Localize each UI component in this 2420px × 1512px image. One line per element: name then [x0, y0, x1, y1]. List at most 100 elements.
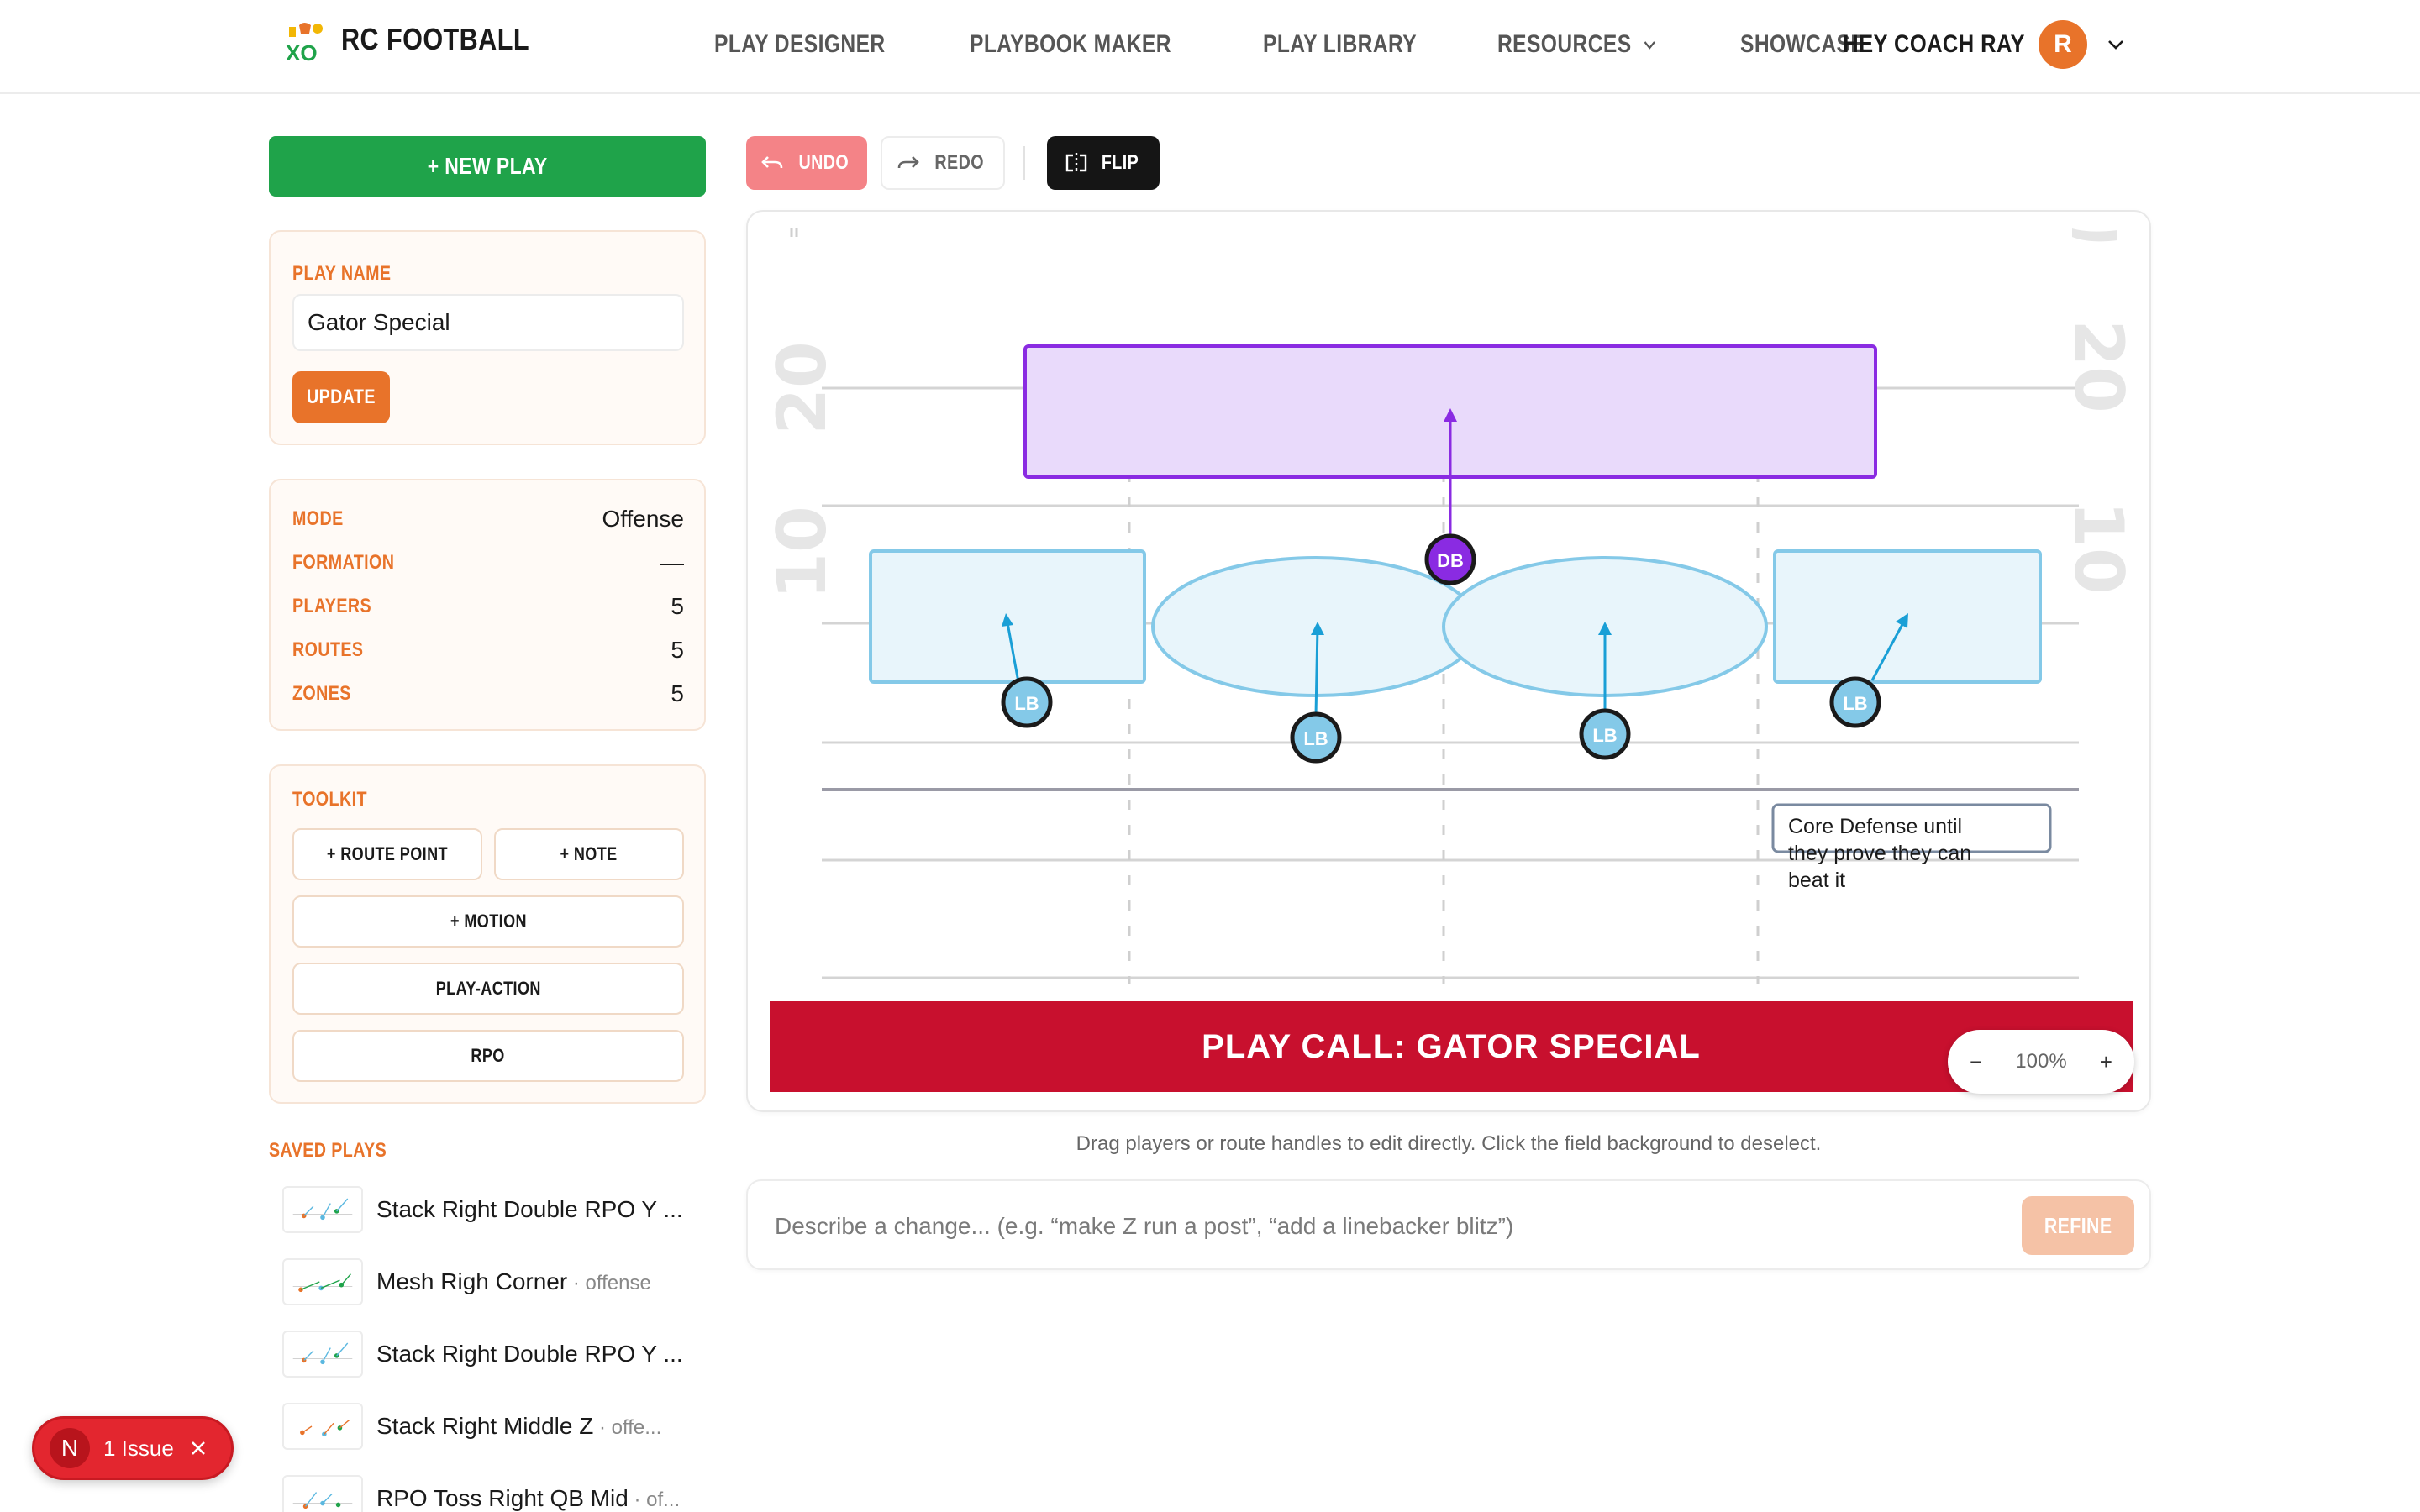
- info-value: Offense: [602, 506, 684, 532]
- update-button[interactable]: UPDATE: [292, 371, 390, 423]
- refine-input[interactable]: [775, 1201, 1901, 1252]
- saved-play-title: Stack Right Double RPO Y ...: [376, 1196, 683, 1223]
- yard-number-10-right: 10: [2060, 501, 2138, 594]
- saved-plays-label: SAVED PLAYS: [269, 1139, 387, 1162]
- nav-resources[interactable]: RESOURCES: [1497, 30, 1658, 59]
- info-label: ROUTES: [292, 638, 364, 661]
- user-menu[interactable]: HEY COACH RAY R: [1811, 20, 2126, 69]
- toolkit-card: TOOLKIT + ROUTE POINT + NOTE + MOTION PL…: [269, 764, 706, 1104]
- chevron-down-icon[interactable]: [2106, 34, 2126, 55]
- saved-play-item[interactable]: Stack Right Middle Z · offe...: [282, 1401, 711, 1452]
- add-route-point-button[interactable]: + ROUTE POINT: [292, 828, 482, 880]
- saved-play-title: RPO Toss Right QB Mid · of...: [376, 1485, 680, 1512]
- flip-label: FLIP: [1101, 151, 1139, 174]
- note-line: beat it: [1788, 869, 1845, 892]
- yard-number-10-left: 10: [763, 506, 841, 599]
- player-lb[interactable]: LB: [1579, 708, 1631, 760]
- saved-play-item[interactable]: Stack Right Double RPO Y ...: [282, 1329, 711, 1379]
- field-diagram[interactable]: 20 10 20 10 DB LB LB LB LB Core Defense …: [748, 212, 2153, 1114]
- play-call-banner: PLAY CALL: GATOR SPECIAL: [770, 1001, 2133, 1092]
- saved-play-meta: · offe...: [593, 1416, 662, 1439]
- update-label: UPDATE: [307, 386, 376, 408]
- redo-icon: [898, 156, 920, 169]
- add-motion-button[interactable]: + MOTION: [292, 895, 684, 948]
- redo-button[interactable]: REDO: [881, 136, 1005, 190]
- play-name-card: PLAY NAME UPDATE: [269, 230, 706, 445]
- flip-icon: [1065, 153, 1087, 173]
- player-lb[interactable]: LB: [1829, 676, 1881, 728]
- saved-play-item[interactable]: RPO Toss Right QB Mid · of...: [282, 1473, 711, 1512]
- play-field-canvas[interactable]: 20 10 20 10 DB LB LB LB LB Core Defense …: [746, 210, 2151, 1112]
- info-row-zones: ZONES 5: [292, 680, 684, 707]
- player-label: LB: [1303, 728, 1328, 749]
- info-value: 5: [671, 637, 684, 663]
- nav-playbook-maker[interactable]: PLAYBOOK MAKER: [970, 30, 1171, 59]
- play-thumbnail: [282, 1403, 363, 1450]
- tool-label: RPO: [471, 1045, 506, 1066]
- refine-label: REFINE: [2044, 1212, 2112, 1238]
- nav-label: RESOURCES: [1497, 30, 1632, 58]
- rc-football-logo[interactable]: XO: [284, 18, 324, 66]
- saved-play-name: Mesh Righ Corner: [376, 1268, 568, 1294]
- zoom-level: 100%: [2015, 1050, 2067, 1073]
- undo-button[interactable]: UNDO: [746, 136, 867, 190]
- saved-play-item[interactable]: Mesh Righ Corner · offense: [282, 1257, 711, 1307]
- player-label: DB: [1437, 550, 1464, 571]
- rpo-button[interactable]: RPO: [292, 1030, 684, 1082]
- nav-label: PLAYBOOK MAKER: [970, 30, 1172, 58]
- route-lb-2[interactable]: [1314, 626, 1319, 717]
- nav-play-library[interactable]: PLAY LIBRARY: [1263, 30, 1417, 59]
- nav-play-designer[interactable]: PLAY DESIGNER: [714, 30, 886, 59]
- issue-count: 1 Issue: [103, 1435, 174, 1461]
- saved-play-meta: · of...: [628, 1488, 681, 1511]
- yard-number-20-left: 20: [763, 341, 841, 434]
- saved-play-item[interactable]: Stack Right Double RPO Y ...: [282, 1184, 711, 1235]
- chevron-down-icon: [1644, 41, 1655, 50]
- play-action-button[interactable]: PLAY-ACTION: [292, 963, 684, 1015]
- info-value: —: [660, 549, 684, 575]
- redo-label: REDO: [934, 151, 985, 174]
- info-label: ZONES: [292, 682, 351, 705]
- avatar[interactable]: R: [2039, 20, 2087, 69]
- saved-play-meta: · offense: [567, 1272, 651, 1294]
- player-label: LB: [1014, 693, 1039, 714]
- close-icon[interactable]: [189, 1439, 208, 1457]
- nav-label: PLAY DESIGNER: [714, 30, 886, 58]
- refine-box: REFINE: [746, 1179, 2151, 1270]
- info-row-formation: FORMATION —: [292, 549, 684, 576]
- field-note[interactable]: Core Defense until they prove they can b…: [1771, 803, 2052, 892]
- new-play-button[interactable]: + NEW PLAY: [269, 136, 706, 197]
- play-name-label: PLAY NAME: [292, 262, 392, 285]
- play-thumbnail: [282, 1475, 363, 1512]
- tool-label: + MOTION: [450, 911, 527, 932]
- zoom-out-button[interactable]: −: [1970, 1049, 1982, 1075]
- player-label: LB: [1592, 725, 1617, 746]
- info-label: PLAYERS: [292, 595, 372, 617]
- yard-number-fragments: [2072, 228, 2118, 242]
- brand-name[interactable]: RC FOOTBALL: [341, 22, 529, 57]
- issue-badge: N: [50, 1428, 90, 1468]
- flip-button[interactable]: FLIP: [1047, 136, 1160, 190]
- helper-text: Drag players or route handles to edit di…: [1076, 1132, 1822, 1155]
- play-thumbnail: [282, 1258, 363, 1305]
- tool-label: PLAY-ACTION: [435, 978, 541, 999]
- toolbar-divider: [1023, 146, 1025, 180]
- player-lb[interactable]: LB: [1001, 676, 1053, 728]
- note-line: Core Defense until: [1788, 815, 1962, 838]
- note-line: they prove they can: [1788, 842, 1971, 865]
- saved-play-title: Stack Right Middle Z · offe...: [376, 1413, 661, 1440]
- player-db[interactable]: DB: [1424, 533, 1476, 585]
- play-thumbnail: [282, 1331, 363, 1378]
- saved-play-name: RPO Toss Right QB Mid: [376, 1485, 629, 1511]
- top-nav-bar: XO RC FOOTBALL PLAY DESIGNER PLAYBOOK MA…: [0, 0, 2420, 94]
- refine-button[interactable]: REFINE: [2022, 1196, 2134, 1255]
- play-name-input[interactable]: [292, 294, 684, 351]
- add-note-button[interactable]: + NOTE: [494, 828, 684, 880]
- info-label: MODE: [292, 507, 344, 530]
- saved-play-name: Stack Right Double RPO Y ...: [376, 1196, 683, 1222]
- yard-number-20-right: 20: [2060, 319, 2138, 412]
- issues-indicator[interactable]: N 1 Issue: [32, 1416, 234, 1480]
- undo-icon: [760, 156, 782, 169]
- zoom-in-button[interactable]: +: [2100, 1049, 2112, 1075]
- player-lb[interactable]: LB: [1290, 711, 1342, 764]
